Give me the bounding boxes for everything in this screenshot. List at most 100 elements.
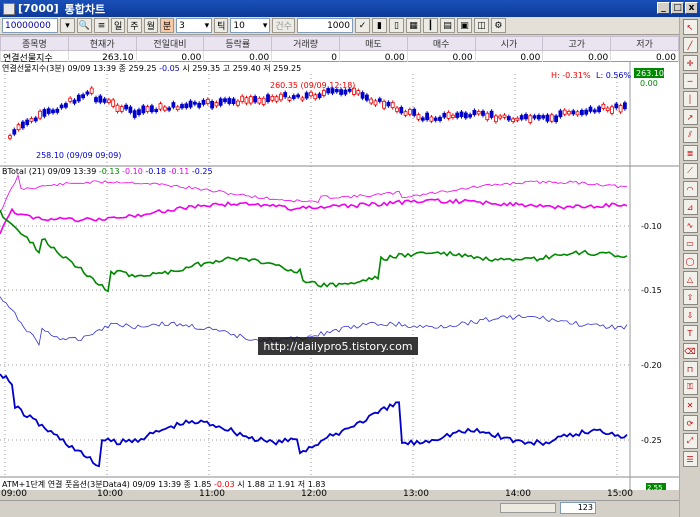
candle-body — [137, 109, 141, 115]
candle-body — [154, 109, 159, 112]
candle-body — [567, 111, 571, 115]
period-month-button[interactable]: 월 — [143, 18, 158, 33]
candle-body — [274, 96, 279, 102]
candle-body — [442, 112, 447, 118]
search-icon[interactable]: 🔍 — [77, 18, 92, 33]
period-minute-button[interactable]: 분 — [159, 18, 175, 33]
candle-body — [364, 94, 369, 101]
cursor-icon[interactable]: ↖ — [682, 19, 698, 35]
dropdown-icon[interactable]: ▾ — [60, 18, 75, 33]
candle-body — [554, 115, 558, 123]
candle-body — [498, 115, 503, 119]
bar-icon[interactable]: ▯ — [388, 18, 404, 33]
candle-body — [395, 107, 399, 112]
fan-icon[interactable]: ⟋ — [682, 163, 698, 179]
zoom-icon[interactable]: ▤ — [439, 18, 455, 33]
menu-icon[interactable]: ☰ — [682, 451, 698, 467]
magnet-icon[interactable]: ⊓ — [682, 361, 698, 377]
save-icon[interactable]: ◫ — [473, 18, 489, 33]
text-icon[interactable]: T — [682, 325, 698, 341]
candle-body — [580, 109, 584, 116]
candle-body — [115, 104, 120, 112]
candle-body — [623, 102, 627, 110]
hline-icon[interactable]: ─ — [682, 73, 698, 89]
candle-body — [390, 102, 395, 108]
period-week-button[interactable]: 주 — [127, 18, 142, 33]
expand-icon[interactable]: ⤢ — [682, 433, 698, 449]
candle-body — [558, 110, 563, 118]
print-icon[interactable]: ▣ — [456, 18, 472, 33]
y-tick-label: -0.25 — [641, 436, 662, 445]
candle-body — [403, 111, 408, 116]
col-price: 현재가 — [67, 36, 137, 51]
cross-icon[interactable]: ✛ — [682, 55, 698, 71]
trend-line-icon[interactable]: ╱ — [682, 37, 698, 53]
chevron-down-icon: ▾ — [262, 20, 268, 31]
candle-body — [317, 93, 322, 98]
chart-icon[interactable]: ▮ — [371, 18, 387, 33]
candle-body — [472, 109, 477, 116]
close-button[interactable]: x — [685, 2, 698, 14]
candle-body — [304, 92, 309, 99]
candle-body — [51, 109, 55, 114]
chart-area[interactable]: -0.10 -0.15 -0.20 -0.25 263.10 0.00 2.55 연결선물지… — [0, 62, 679, 490]
candle-body — [549, 114, 554, 122]
count-input[interactable]: 1000 — [296, 18, 353, 33]
arrow-down-icon[interactable]: ⇩ — [682, 307, 698, 323]
triangle-icon[interactable]: △ — [682, 271, 698, 287]
candle-body — [386, 101, 391, 107]
candle-body — [425, 112, 430, 121]
candle-body — [455, 112, 460, 118]
col-volume: 거래량 — [271, 36, 340, 51]
rect-icon[interactable]: ▭ — [682, 235, 698, 251]
refresh-icon[interactable]: ⟳ — [682, 415, 698, 431]
candle-body — [450, 114, 455, 118]
candle-body — [313, 94, 318, 100]
candle-body — [98, 95, 103, 103]
settings-icon[interactable]: ⚙ — [490, 18, 506, 33]
quote-table: 종목명 현재가 전일대비 등락률 거래량 매도 매수 시가 고가 저가 연결선물… — [0, 36, 679, 65]
candle-body — [231, 98, 236, 105]
candle-body — [197, 102, 202, 108]
ray-icon[interactable]: ↗ — [682, 109, 698, 125]
candle-body — [524, 113, 528, 120]
scrollbar[interactable] — [500, 503, 556, 513]
cycle-icon[interactable]: ∿ — [682, 217, 698, 233]
minimize-button[interactable]: _ — [657, 2, 670, 14]
x-label-0900: 09:00 — [1, 489, 27, 499]
fibo-icon[interactable]: ≣ — [682, 145, 698, 161]
candle-body — [278, 93, 283, 101]
eraser-icon[interactable]: ⌫ — [682, 343, 698, 359]
check-icon[interactable]: ✓ — [354, 18, 370, 33]
candle-body — [111, 99, 116, 107]
list-icon[interactable]: ≡ — [94, 18, 109, 33]
candle-body — [201, 99, 206, 105]
candle-body — [382, 100, 387, 109]
candle-body — [412, 108, 417, 116]
candle-icon[interactable]: ┃ — [422, 18, 438, 33]
arrow-up-icon[interactable]: ⇧ — [682, 289, 698, 305]
delete-icon[interactable]: ✕ — [682, 397, 698, 413]
code-input[interactable]: 10000000 — [2, 18, 58, 33]
interval-select[interactable]: 3 ▾ — [176, 18, 213, 33]
arc-icon[interactable]: ◠ — [682, 181, 698, 197]
tick-button[interactable]: 틱 — [214, 18, 229, 33]
grid-icon[interactable]: ▦ — [405, 18, 421, 33]
candle-body — [257, 97, 262, 104]
lock-icon[interactable]: ⚿ — [682, 379, 698, 395]
tick-select[interactable]: 10 ▾ — [230, 18, 271, 33]
candle-body — [145, 106, 150, 112]
channel-icon[interactable]: ⫽ — [682, 127, 698, 143]
gann-icon[interactable]: ⊿ — [682, 199, 698, 215]
candle-body — [180, 104, 184, 109]
candle-body — [287, 97, 292, 101]
candle-body — [420, 117, 425, 121]
count-label: 건수 — [272, 18, 295, 33]
period-day-button[interactable]: 일 — [111, 18, 126, 33]
candle-body — [489, 110, 494, 118]
maximize-button[interactable]: □ — [671, 2, 684, 14]
candle-body — [149, 105, 154, 113]
zoom-input[interactable]: 123 — [560, 502, 596, 514]
vline-icon[interactable]: │ — [682, 91, 698, 107]
ellipse-icon[interactable]: ◯ — [682, 253, 698, 269]
